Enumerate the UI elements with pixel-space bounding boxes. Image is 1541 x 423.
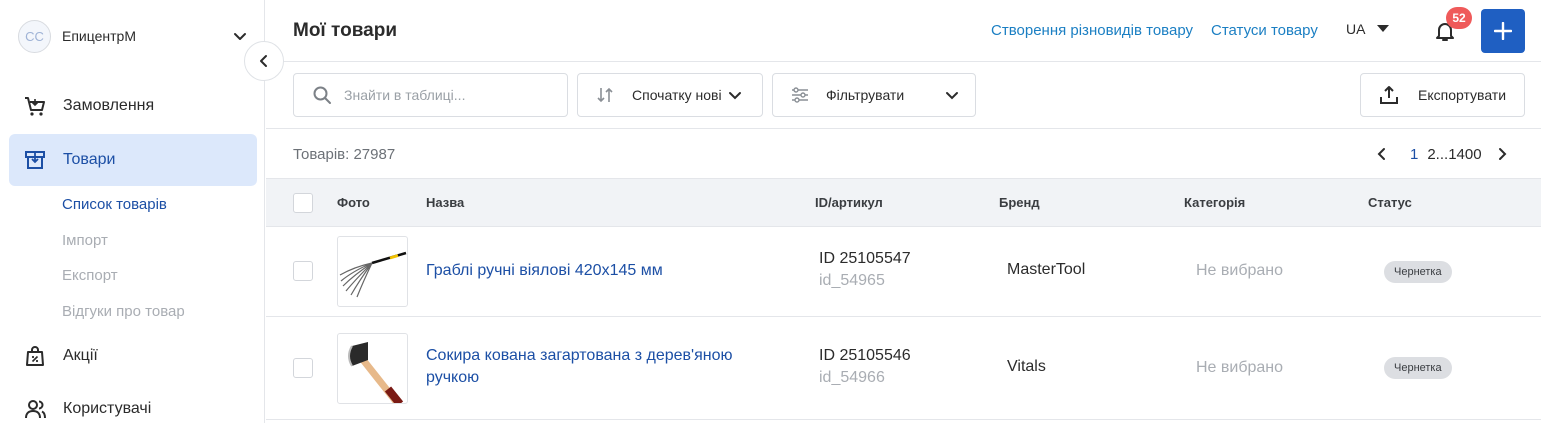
sidebar-subitem-import[interactable]: Імпорт — [62, 232, 108, 249]
chevron-down-icon — [728, 92, 741, 100]
notification-badge: 52 — [1446, 7, 1472, 29]
table-row[interactable]: Сокира кована загартована з дерев'яною р… — [266, 317, 1541, 420]
column-photo: Фото — [337, 195, 370, 210]
sort-arrows-icon — [597, 87, 613, 103]
product-category: Не вибрано — [1196, 359, 1284, 376]
product-photo[interactable] — [337, 236, 408, 307]
product-id: ID 25105547 — [819, 250, 911, 267]
search-placeholder: Знайти в таблиці... — [344, 87, 466, 103]
page-header: Мої товари Створення різновидів товару С… — [266, 0, 1541, 62]
product-id: ID 25105546 — [819, 347, 911, 364]
page-title: Мої товари — [293, 20, 397, 41]
column-brand: Бренд — [999, 195, 1040, 210]
chevron-down-icon — [234, 33, 246, 40]
cart-icon — [23, 94, 47, 118]
product-sku: id_54966 — [819, 369, 885, 386]
product-name-link[interactable]: Граблі ручні віялові 420х145 мм — [426, 260, 766, 282]
language-select[interactable]: UA — [1346, 21, 1390, 37]
row-checkbox[interactable] — [293, 358, 313, 378]
account-switcher[interactable]: CC ЕпицентрМ — [18, 19, 248, 53]
sidebar-item-orders[interactable]: Замовлення — [9, 80, 257, 132]
sort-label: Спочатку нові — [632, 87, 722, 103]
sidebar-subitem-product-list[interactable]: Список товарів — [62, 196, 167, 213]
sidebar-collapse-button[interactable] — [244, 41, 284, 81]
chevron-left-icon — [260, 55, 267, 67]
select-all-checkbox[interactable] — [293, 193, 313, 213]
column-status: Статус — [1368, 195, 1412, 210]
search-input[interactable]: Знайти в таблиці... — [293, 73, 568, 117]
chevron-right-icon[interactable] — [1496, 147, 1508, 161]
column-category: Категорія — [1184, 195, 1246, 210]
sidebar-item-label: Замовлення — [63, 97, 155, 114]
sidebar-item-products[interactable]: Товари — [9, 134, 257, 186]
sidebar-subitem-reviews[interactable]: Відгуки про товар — [62, 303, 185, 320]
sidebar: CC ЕпицентрМ Замовлення Товари Список то… — [0, 0, 265, 423]
status-badge: Чернетка — [1384, 357, 1452, 379]
product-name-link[interactable]: Сокира кована загартована з дерев'яною р… — [426, 345, 766, 389]
language-value: UA — [1346, 21, 1366, 37]
product-sku: id_54965 — [819, 272, 885, 289]
filter-label: Фільтрувати — [826, 87, 905, 103]
shopping-bag-percent-icon — [23, 344, 47, 368]
avatar: CC — [18, 19, 51, 53]
column-name: Назва — [426, 195, 465, 210]
pagination: 1 2...1400 — [1376, 143, 1508, 165]
link-product-statuses[interactable]: Статуси товару — [1211, 22, 1318, 39]
filter-dropdown[interactable]: Фільтрувати — [772, 73, 976, 117]
box-icon — [23, 148, 47, 172]
link-create-variants[interactable]: Створення різновидів товару — [991, 22, 1193, 39]
sidebar-item-label: Товари — [63, 151, 116, 168]
page-current[interactable]: 1 — [1410, 146, 1418, 163]
sidebar-item-label: Користувачі — [63, 400, 152, 417]
sidebar-item-promotions[interactable]: Акції — [9, 330, 257, 382]
page-range[interactable]: 2...1400 — [1427, 146, 1481, 163]
search-icon — [313, 86, 331, 104]
product-brand: Vitals — [1007, 358, 1046, 375]
users-icon — [23, 397, 47, 421]
status-badge: Чернетка — [1384, 261, 1452, 283]
column-id: ID/артикул — [815, 195, 883, 210]
product-brand: MasterTool — [1007, 261, 1086, 278]
sidebar-subitem-export[interactable]: Експорт — [62, 267, 118, 284]
caret-down-icon — [1377, 25, 1390, 32]
export-label: Експортувати — [1418, 87, 1507, 103]
product-photo[interactable] — [337, 333, 408, 404]
products-count: Товарів: 27987 — [293, 146, 396, 163]
rake-image — [339, 251, 407, 298]
table-header: Фото Назва ID/артикул Бренд Категорія Ст… — [266, 178, 1541, 227]
chevron-down-icon — [946, 92, 958, 100]
upload-icon — [1380, 86, 1398, 104]
sort-dropdown[interactable]: Спочатку нові — [577, 73, 763, 117]
axe-image — [348, 342, 404, 403]
chevron-left-icon[interactable] — [1376, 147, 1388, 161]
plus-icon — [1494, 22, 1512, 40]
export-button[interactable]: Експортувати — [1360, 73, 1525, 117]
sidebar-item-label: Акції — [63, 347, 98, 364]
product-category: Не вибрано — [1196, 262, 1284, 279]
table-row[interactable]: Граблі ручні віялові 420х145 мм ID 25105… — [266, 227, 1541, 317]
add-product-button[interactable] — [1481, 9, 1525, 53]
sidebar-item-users[interactable]: Користувачі — [9, 383, 257, 423]
account-name: ЕпицентрМ — [62, 28, 136, 44]
row-checkbox[interactable] — [293, 261, 313, 281]
sliders-icon — [792, 87, 808, 103]
toolbar: Знайти в таблиці... Спочатку нові Фільтр… — [266, 62, 1541, 129]
